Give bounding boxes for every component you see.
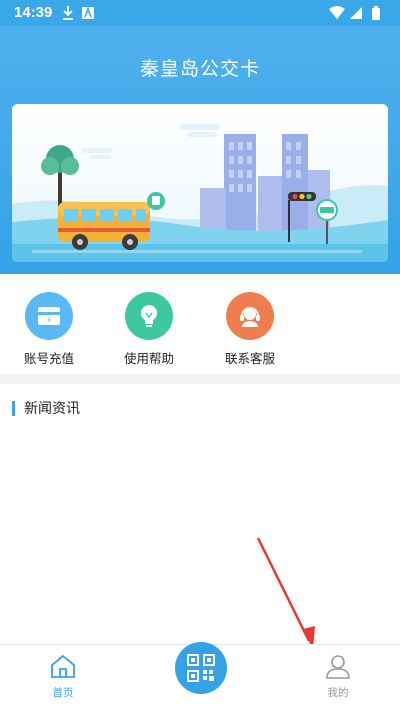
signal-icon (350, 7, 362, 19)
user-icon (326, 655, 350, 679)
help-label: 使用帮助 (123, 351, 174, 366)
home-label: 首页 (52, 687, 74, 699)
customer-service-icon (226, 292, 274, 340)
quick-nav: ¥ 账号充值 使用帮助 联系客服 (0, 274, 400, 374)
service-item[interactable]: 联系客服 (220, 292, 280, 367)
help-item[interactable]: 使用帮助 (119, 292, 179, 367)
news-accent-bar (12, 400, 15, 416)
svg-text:¥: ¥ (47, 317, 51, 324)
bottom-nav: 首页 我的 (0, 642, 400, 711)
section-divider (0, 374, 400, 384)
banner-image[interactable] (12, 104, 388, 262)
app-title: 秦皇岛公交卡 (139, 58, 260, 80)
scan-qr-button[interactable] (175, 642, 227, 694)
battery-icon (372, 6, 380, 20)
status-left-icons (62, 5, 96, 25)
tab-home[interactable]: 首页 (33, 653, 93, 700)
status-right-icons (328, 5, 386, 25)
tab-mine[interactable]: 我的 (308, 653, 368, 700)
home-icon (51, 654, 75, 678)
status-time: 14:39 (14, 4, 53, 21)
download-icon (63, 6, 94, 20)
mine-label: 我的 (327, 687, 349, 699)
news-title: 新闻资讯 (24, 401, 80, 417)
recharge-label: 账号充值 (23, 351, 74, 366)
lightbulb-icon (125, 292, 173, 340)
news-section-header: 新闻资讯 (12, 398, 80, 418)
recharge-item[interactable]: ¥ 账号充值 (19, 292, 79, 367)
qr-code-icon (187, 654, 215, 682)
wifi-icon (329, 6, 345, 19)
header: 秦皇岛公交卡 (0, 26, 400, 274)
service-label: 联系客服 (224, 351, 275, 366)
recharge-card-icon: ¥ (25, 292, 73, 340)
status-bar: 14:39 (0, 0, 400, 26)
